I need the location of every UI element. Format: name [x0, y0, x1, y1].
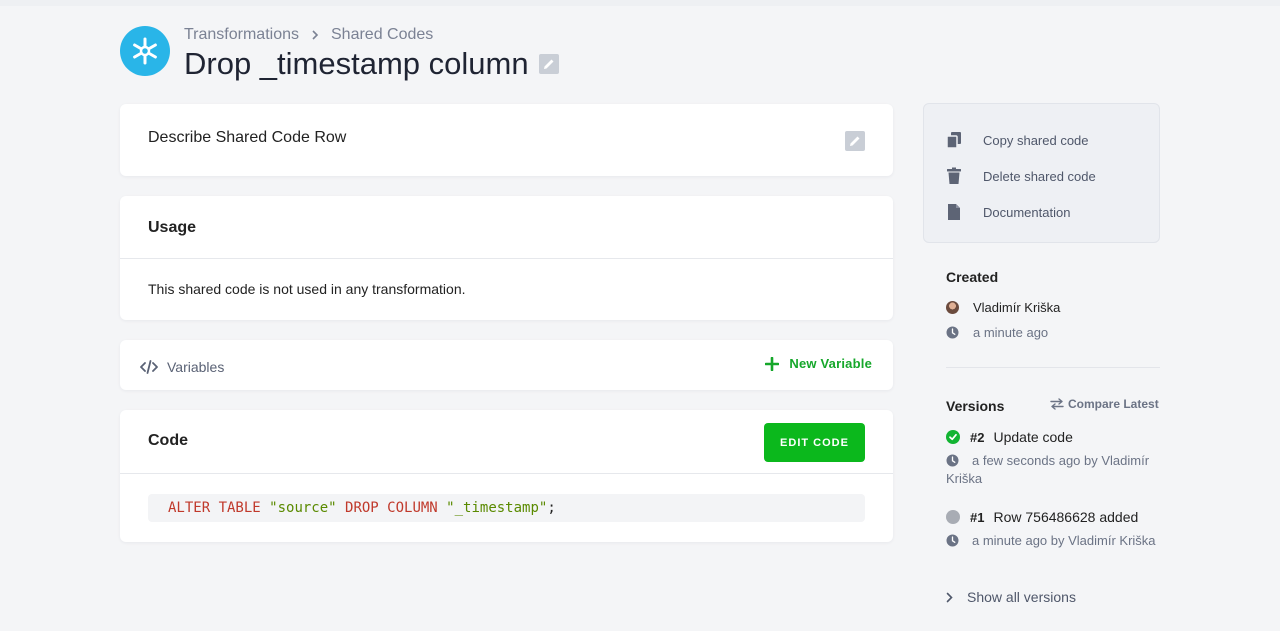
snowflake-logo-icon [120, 26, 170, 76]
edit-description-icon[interactable] [845, 131, 865, 151]
documentation-label: Documentation [983, 204, 1071, 220]
version-meta: a minute ago by Vladimír Kriška [946, 532, 1160, 550]
swap-icon [1050, 398, 1064, 410]
success-check-icon [946, 430, 960, 444]
version-item[interactable]: #2 Update code [946, 429, 1073, 445]
avatar [946, 301, 959, 314]
variables-toggle[interactable]: Variables [140, 359, 224, 375]
new-variable-label: New Variable [789, 356, 872, 371]
code-string: "source" [269, 500, 337, 516]
edit-title-icon[interactable] [538, 54, 559, 74]
code-keyword: ALTER TABLE [168, 500, 270, 516]
actions-panel: Copy shared code Delete shared code Docu… [923, 103, 1160, 243]
variables-label: Variables [167, 359, 225, 375]
plus-icon [765, 356, 780, 371]
version-meta-text: a few seconds ago by Vladimír Kriška [946, 453, 1150, 486]
copy-icon [946, 132, 961, 149]
chevron-right-icon [946, 592, 953, 602]
creator: Vladimír Kriška [946, 300, 1060, 315]
code-block[interactable]: ALTER TABLE "source" DROP COLUMN "_times… [148, 494, 865, 522]
top-strip [0, 0, 1280, 6]
clock-icon [946, 454, 959, 467]
page-title: Drop _timestamp column [184, 46, 529, 81]
breadcrumb: Transformations Shared Codes [184, 26, 433, 44]
delete-shared-code-action[interactable]: Delete shared code [946, 167, 1096, 185]
created-time-text: a minute ago [973, 325, 1049, 340]
version-meta-text: a minute ago by Vladimír Kriška [972, 533, 1156, 548]
variables-card: Variables New Variable [120, 340, 893, 390]
usage-text: This shared code is not used in any tran… [148, 281, 466, 297]
clock-icon [946, 534, 959, 547]
usage-title: Usage [120, 196, 893, 259]
creator-name: Vladimír Kriška [973, 300, 1061, 315]
code-title: Code [148, 432, 188, 449]
show-all-versions-label: Show all versions [967, 589, 1076, 605]
compare-latest-label: Compare Latest [1068, 397, 1159, 411]
version-title: Update code [993, 429, 1073, 445]
code-card: Code EDIT CODE ALTER TABLE "source" DROP… [120, 410, 893, 542]
version-title: Row 756486628 added [993, 509, 1139, 525]
delete-shared-code-label: Delete shared code [983, 168, 1096, 184]
breadcrumb-transformations[interactable]: Transformations [184, 26, 299, 44]
created-time: a minute ago [946, 325, 1048, 340]
copy-shared-code-action[interactable]: Copy shared code [946, 131, 1089, 149]
code-icon [140, 360, 158, 374]
compare-latest-button[interactable]: Compare Latest [1050, 397, 1159, 411]
new-variable-button[interactable]: New Variable [765, 356, 872, 371]
page-title-row: Drop _timestamp column [184, 46, 559, 82]
version-number: #2 [970, 429, 985, 445]
created-label: Created [946, 269, 999, 285]
version-item[interactable]: #1 Row 756486628 added [946, 509, 1138, 525]
code-string: "_timestamp" [446, 500, 548, 516]
clock-icon [946, 326, 959, 339]
describe-title[interactable]: Describe Shared Code Row [148, 129, 346, 147]
sidebar-divider [946, 367, 1160, 368]
status-dot-icon [946, 510, 960, 524]
code-terminator: ; [547, 500, 556, 516]
show-all-versions-button[interactable]: Show all versions [946, 589, 1076, 605]
code-keyword: DROP COLUMN [336, 500, 447, 516]
breadcrumb-shared-codes[interactable]: Shared Codes [331, 26, 433, 44]
version-number: #1 [970, 509, 985, 525]
chevron-right-icon [312, 30, 319, 40]
version-meta: a few seconds ago by Vladimír Kriška [946, 452, 1160, 488]
usage-card: Usage This shared code is not used in an… [120, 196, 893, 320]
documentation-action[interactable]: Documentation [946, 203, 1070, 221]
describe-card: Describe Shared Code Row [120, 104, 893, 176]
versions-label: Versions [946, 398, 1005, 414]
copy-shared-code-label: Copy shared code [983, 132, 1089, 148]
trash-icon [947, 167, 961, 184]
document-icon [948, 204, 960, 220]
edit-code-button[interactable]: EDIT CODE [764, 423, 865, 462]
